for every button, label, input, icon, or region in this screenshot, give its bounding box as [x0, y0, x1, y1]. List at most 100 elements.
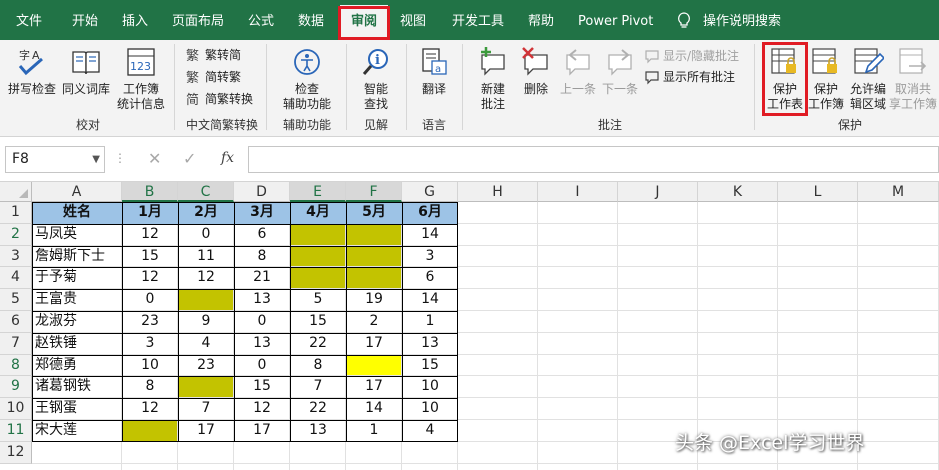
- table-cell[interactable]: 15: [234, 376, 290, 398]
- smart-lookup-button[interactable]: i 智能 查找: [354, 44, 398, 114]
- cancel-icon[interactable]: ✕: [148, 149, 161, 169]
- row-header-4[interactable]: 4: [0, 267, 32, 290]
- table-cell[interactable]: 3: [122, 333, 178, 355]
- table-cell[interactable]: [346, 246, 402, 268]
- table-cell[interactable]: 0: [234, 355, 290, 377]
- table-cell[interactable]: 1: [346, 420, 402, 442]
- table-cell[interactable]: [122, 420, 178, 442]
- table-cell[interactable]: 17: [234, 420, 290, 442]
- chevron-down-icon[interactable]: ▼: [92, 147, 100, 172]
- table-cell[interactable]: 4: [402, 420, 458, 442]
- chinese-conversion-button[interactable]: 简 简繁转换: [186, 89, 266, 109]
- traditional-to-simplified-button[interactable]: 繁 繁转简: [186, 45, 266, 65]
- table-cell[interactable]: 10: [402, 376, 458, 398]
- column-header-k[interactable]: K: [698, 182, 778, 202]
- check-accessibility-button[interactable]: 检查 辅助功能: [275, 44, 339, 114]
- table-cell[interactable]: 15: [402, 355, 458, 377]
- table-cell[interactable]: 12: [122, 398, 178, 420]
- row-header-5[interactable]: 5: [0, 289, 32, 311]
- row-header-8[interactable]: 8: [0, 354, 32, 377]
- table-cell[interactable]: 王富贵: [32, 289, 122, 311]
- delete-comment-button[interactable]: 删除: [516, 44, 556, 114]
- table-cell[interactable]: [346, 224, 402, 246]
- column-header-d[interactable]: D: [234, 182, 290, 202]
- row-header-9[interactable]: 9: [0, 376, 32, 399]
- table-cell[interactable]: 12: [122, 267, 178, 289]
- previous-comment-button[interactable]: 上一条: [558, 44, 598, 114]
- column-header-l[interactable]: L: [778, 182, 858, 202]
- tab-developer[interactable]: 开发工具: [450, 11, 506, 33]
- column-header-j[interactable]: J: [618, 182, 698, 202]
- column-header-a[interactable]: A: [32, 182, 122, 202]
- row-header-3[interactable]: 3: [0, 245, 32, 268]
- table-cell[interactable]: 6: [234, 224, 290, 246]
- tab-data[interactable]: 数据: [296, 11, 326, 33]
- tab-home[interactable]: 开始: [70, 11, 100, 33]
- workbook-statistics-button[interactable]: 123 工作簿 统计信息: [115, 44, 167, 114]
- table-cell[interactable]: 11: [178, 246, 234, 268]
- name-box[interactable]: F8 ▼: [5, 146, 105, 173]
- tab-file[interactable]: 文件: [14, 11, 44, 33]
- tab-view[interactable]: 视图: [398, 11, 428, 33]
- column-header-c[interactable]: C: [178, 182, 234, 202]
- table-cell[interactable]: 王钢蛋: [32, 398, 122, 420]
- table-cell[interactable]: 宋大莲: [32, 420, 122, 442]
- column-header-g[interactable]: G: [402, 182, 458, 202]
- table-cell[interactable]: [346, 355, 402, 377]
- table-cell[interactable]: 13: [234, 289, 290, 311]
- table-cell[interactable]: 1: [402, 311, 458, 333]
- tab-page-layout[interactable]: 页面布局: [170, 11, 226, 33]
- table-cell[interactable]: 诸葛钢铁: [32, 376, 122, 398]
- column-header-f[interactable]: F: [346, 182, 402, 202]
- table-cell[interactable]: [178, 376, 234, 398]
- table-cell[interactable]: 14: [402, 289, 458, 311]
- tab-insert[interactable]: 插入: [120, 11, 150, 33]
- table-cell[interactable]: 14: [346, 398, 402, 420]
- table-cell[interactable]: 10: [122, 355, 178, 377]
- table-cell[interactable]: 13: [402, 333, 458, 355]
- table-header-cell[interactable]: 6月: [402, 202, 458, 224]
- table-cell[interactable]: 17: [346, 376, 402, 398]
- table-cell[interactable]: 12: [178, 267, 234, 289]
- table-cell[interactable]: 7: [290, 376, 346, 398]
- table-cell[interactable]: 于予菊: [32, 267, 122, 289]
- table-cell[interactable]: 22: [290, 398, 346, 420]
- column-header-b[interactable]: B: [122, 182, 178, 202]
- table-cell[interactable]: 13: [234, 333, 290, 355]
- table-header-cell[interactable]: 2月: [178, 202, 234, 224]
- table-cell[interactable]: 0: [178, 224, 234, 246]
- show-hide-comment-button[interactable]: 显示/隐藏批注: [644, 46, 754, 66]
- table-cell[interactable]: 8: [234, 246, 290, 268]
- row-header-6[interactable]: 6: [0, 311, 32, 333]
- table-cell[interactable]: 0: [234, 311, 290, 333]
- enter-icon[interactable]: ✓: [183, 149, 196, 169]
- select-all-button[interactable]: [0, 182, 32, 202]
- unshare-workbook-button[interactable]: 取消共 享工作簿: [889, 44, 937, 114]
- table-cell[interactable]: 8: [122, 376, 178, 398]
- formula-input[interactable]: [248, 146, 939, 173]
- show-all-comments-button[interactable]: 显示所有批注: [644, 67, 754, 87]
- column-header-e[interactable]: E: [290, 182, 346, 202]
- formula-bar-resize-handle[interactable]: ⋮: [114, 151, 126, 165]
- tab-power-pivot[interactable]: Power Pivot: [578, 11, 653, 33]
- table-cell[interactable]: 21: [234, 267, 290, 289]
- table-header-cell[interactable]: 3月: [234, 202, 290, 224]
- tab-help[interactable]: 帮助: [526, 11, 556, 33]
- tab-formulas[interactable]: 公式: [246, 11, 276, 33]
- next-comment-button[interactable]: 下一条: [600, 44, 640, 114]
- insert-function-icon[interactable]: fx: [221, 150, 234, 166]
- table-cell[interactable]: 8: [290, 355, 346, 377]
- row-header-11[interactable]: 11: [0, 420, 32, 442]
- row-header-12[interactable]: 12: [0, 441, 32, 464]
- protect-workbook-button[interactable]: 保护 工作簿: [806, 44, 846, 114]
- table-cell[interactable]: 19: [346, 289, 402, 311]
- table-cell[interactable]: 0: [122, 289, 178, 311]
- table-cell[interactable]: 5: [290, 289, 346, 311]
- table-cell[interactable]: 14: [402, 224, 458, 246]
- table-cell[interactable]: 10: [402, 398, 458, 420]
- column-header-h[interactable]: H: [458, 182, 538, 202]
- table-cell[interactable]: 12: [122, 224, 178, 246]
- table-cell[interactable]: [290, 246, 346, 268]
- new-comment-button[interactable]: 新建 批注: [472, 44, 514, 114]
- row-header-2[interactable]: 2: [0, 223, 32, 246]
